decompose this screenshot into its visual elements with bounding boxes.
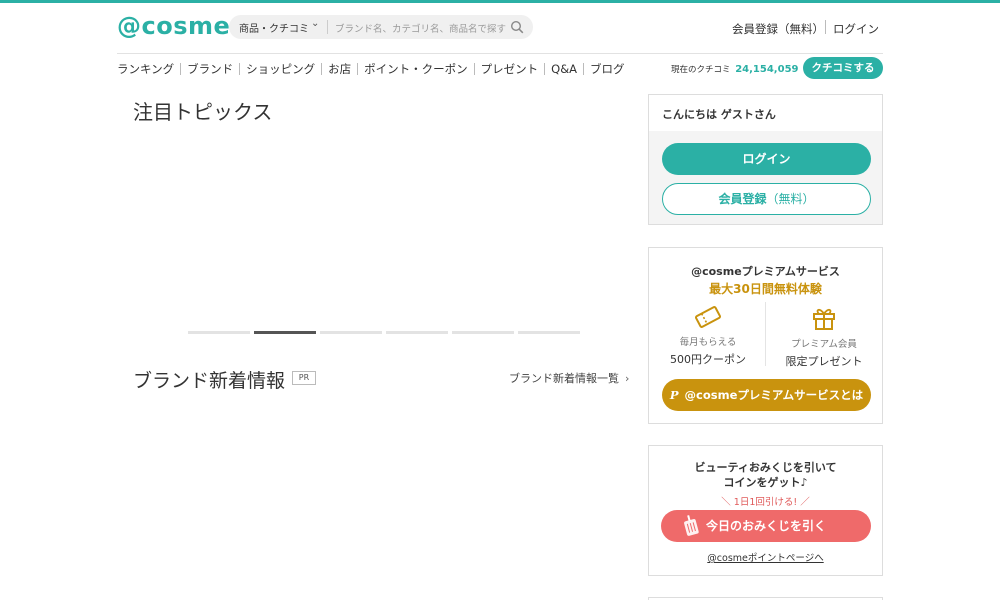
carousel-indicator[interactable] <box>518 331 580 334</box>
nav-separator <box>321 63 323 75</box>
search-divider <box>327 20 328 34</box>
nav-item-stores[interactable]: お店 <box>328 61 351 77</box>
points-page-link[interactable]: @cosmeポイントページへ <box>649 550 882 564</box>
omikuji-line2: コインをゲット♪ <box>723 476 808 489</box>
guest-greeting: こんにちは ゲストさん <box>649 95 882 131</box>
ticket-icon <box>694 306 722 328</box>
login-link[interactable]: ログイン <box>833 21 879 37</box>
login-button[interactable]: ログイン <box>662 143 871 175</box>
search-input[interactable]: ブランド名、カテゴリ名、商品名で探す <box>335 21 506 35</box>
brand-news-list-label: ブランド新着情報一覧 <box>509 372 619 385</box>
benefit-divider <box>765 302 766 366</box>
benefit-present-small: プレミアム会員 <box>791 339 857 350</box>
brand-news-title: ブランド新着情報 <box>133 370 286 392</box>
nav-item-points-coupons[interactable]: ポイント・クーポン <box>364 61 468 77</box>
omikuji-line1: ビューティおみくじを引いて <box>694 461 837 474</box>
nav-item-qa[interactable]: Q&A <box>551 62 577 76</box>
gift-icon <box>813 308 835 330</box>
header-divider <box>825 20 826 34</box>
premium-service-button[interactable]: P @cosmeプレミアムサービスとは <box>662 379 871 411</box>
premium-button-label: @cosmeプレミアムサービスとは <box>684 388 864 402</box>
nav-separator <box>180 63 182 75</box>
omikuji-heading: ビューティおみくじを引いて コインをゲット♪ <box>649 460 882 490</box>
benefit-coupon: 毎月もらえる 500円クーポン <box>653 306 763 367</box>
carousel-indicators <box>188 331 584 334</box>
chevron-down-icon[interactable]: ⌄ <box>311 18 319 29</box>
carousel-indicator[interactable] <box>452 331 514 334</box>
benefit-coupon-small: 毎月もらえる <box>679 337 737 348</box>
omikuji-button-label: 今日のおみくじを引く <box>705 519 826 533</box>
register-button-free: （無料） <box>766 192 815 206</box>
brand-news-list-link[interactable]: ブランド新着情報一覧 › <box>509 370 629 386</box>
guest-login-card: こんにちは ゲストさん ログイン 会員登録（無料） <box>648 94 883 225</box>
main-nav: ランキング ブランド ショッピング お店 ポイント・クーポン プレゼント Q&A… <box>117 61 625 77</box>
kuchikomi-label: 現在のクチコミ <box>671 65 731 75</box>
pr-badge: PR <box>292 371 316 385</box>
omikuji-once-note: ＼ 1日1回引ける! ／ <box>721 497 810 508</box>
nav-item-ranking[interactable]: ランキング <box>117 61 174 77</box>
premium-service-card: @cosmeプレミアムサービス 最大30日間無料体験 毎月もらえる 500円クー… <box>648 247 883 424</box>
nav-item-blog[interactable]: ブログ <box>590 61 625 77</box>
chevron-right-icon: › <box>625 372 630 385</box>
nav-separator <box>357 63 359 75</box>
header-rule <box>117 53 883 54</box>
nav-separator <box>544 63 546 75</box>
benefit-coupon-main: 500円クーポン <box>670 353 746 366</box>
omikuji-card: ビューティおみくじを引いて コインをゲット♪ ＼ 1日1回引ける! ／ 今日のお… <box>648 445 883 576</box>
kuchikomi-count: 24,154,059 <box>735 64 799 75</box>
register-button[interactable]: 会員登録（無料） <box>662 183 871 215</box>
carousel-indicator[interactable] <box>320 331 382 334</box>
nav-separator <box>583 63 585 75</box>
nav-item-presents[interactable]: プレゼント <box>481 61 539 77</box>
nav-item-shopping[interactable]: ショッピング <box>246 61 315 77</box>
carousel-indicator[interactable] <box>188 331 250 334</box>
omikuji-button[interactable]: 今日のおみくじを引く <box>661 510 871 542</box>
carousel-indicator-active[interactable] <box>254 331 316 334</box>
search-category-select[interactable]: 商品・クチコミ <box>239 20 309 35</box>
search-icon[interactable] <box>510 20 524 34</box>
premium-title: @cosmeプレミアムサービス <box>691 265 840 278</box>
benefit-present: プレミアム会員 限定プレゼント <box>769 306 879 369</box>
search-bar[interactable]: 商品・クチコミ ⌄ ブランド名、カテゴリ名、商品名で探す <box>229 15 533 39</box>
kuchikomi-counter: 現在のクチコミ 24,154,059 件 <box>671 63 812 75</box>
nav-separator <box>239 63 241 75</box>
top-accent-bar <box>0 0 1000 3</box>
carousel-indicator[interactable] <box>386 331 448 334</box>
premium-p-icon: P <box>669 388 679 402</box>
cosme-logo[interactable]: @cosme <box>117 12 230 40</box>
register-link[interactable]: 会員登録（無料） <box>732 21 824 37</box>
nav-separator <box>473 63 475 75</box>
premium-subtitle: 最大30日間無料体験 <box>709 282 822 296</box>
register-button-label: 会員登録 <box>718 192 767 206</box>
omikuji-cup-icon <box>684 515 699 536</box>
nav-item-brand[interactable]: ブランド <box>187 61 233 77</box>
post-review-button[interactable]: クチコミする <box>803 57 883 79</box>
topics-title: 注目トピックス <box>133 100 273 124</box>
benefit-present-main: 限定プレゼント <box>785 355 863 368</box>
